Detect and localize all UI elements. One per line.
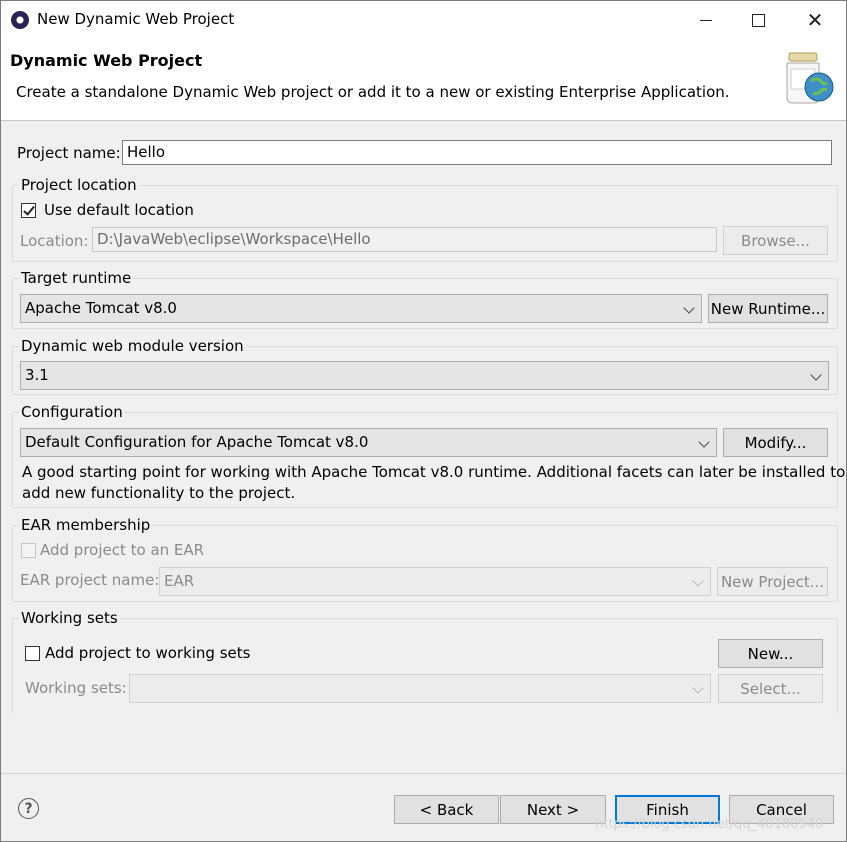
working-sets-label: Working sets: <box>25 679 127 697</box>
minimize-button[interactable] <box>681 1 731 39</box>
add-to-working-sets-label: Add project to working sets <box>45 644 251 662</box>
modify-button[interactable]: Modify... <box>723 428 828 457</box>
close-button[interactable]: ✕ <box>790 1 840 39</box>
add-to-ear-label: Add project to an EAR <box>40 541 205 559</box>
eclipse-icon <box>11 11 29 29</box>
select-working-sets-button[interactable]: Select... <box>718 674 823 703</box>
working-sets-select[interactable] <box>129 674 711 703</box>
working-sets-title: Working sets <box>19 609 120 627</box>
web-project-icon <box>786 52 834 104</box>
add-to-ear-checkbox[interactable] <box>21 543 36 558</box>
ear-project-name-label: EAR project name: <box>20 571 160 589</box>
target-runtime-value: Apache Tomcat v8.0 <box>25 299 177 317</box>
project-location-title: Project location <box>19 176 139 194</box>
chevron-down-icon <box>692 575 704 587</box>
project-name-input[interactable]: Hello <box>122 140 832 165</box>
new-ear-project-button[interactable]: New Project... <box>717 567 828 596</box>
footer-separator <box>1 773 846 774</box>
module-version-title: Dynamic web module version <box>19 337 246 355</box>
watermark: https://blog.csdn.net/qq_40180940 <box>595 817 824 832</box>
target-runtime-title: Target runtime <box>19 269 134 287</box>
project-name-label: Project name: <box>17 144 121 162</box>
ear-project-select[interactable]: EAR <box>159 567 711 596</box>
location-field[interactable]: D:\JavaWeb\eclipse\Workspace\Hello <box>92 227 717 252</box>
title-bar: New Dynamic Web Project ✕ <box>1 1 846 39</box>
use-default-location-checkbox[interactable] <box>21 203 36 218</box>
dialog-window: New Dynamic Web Project ✕ Dynamic Web Pr… <box>0 0 847 842</box>
new-runtime-button[interactable]: New Runtime... <box>708 294 828 323</box>
window-title: New Dynamic Web Project <box>37 10 235 28</box>
chevron-down-icon <box>692 682 704 694</box>
maximize-icon <box>751 13 765 27</box>
configuration-description-line2: add new functionality to the project. <box>22 484 296 502</box>
chevron-down-icon <box>683 302 695 314</box>
configuration-description-line1: A good starting point for working with A… <box>22 463 846 481</box>
module-version-value: 3.1 <box>25 366 49 384</box>
ear-membership-title: EAR membership <box>19 516 153 534</box>
wizard-description: Create a standalone Dynamic Web project … <box>16 83 730 101</box>
location-label: Location: <box>20 232 89 250</box>
back-button[interactable]: < Back <box>394 795 499 824</box>
close-icon: ✕ <box>806 8 824 32</box>
ear-project-value: EAR <box>164 572 195 590</box>
target-runtime-select[interactable]: Apache Tomcat v8.0 <box>20 294 702 323</box>
configuration-select[interactable]: Default Configuration for Apache Tomcat … <box>20 428 717 457</box>
configuration-title: Configuration <box>19 403 125 421</box>
chevron-down-icon <box>810 369 822 381</box>
maximize-button[interactable] <box>733 1 783 39</box>
next-button[interactable]: Next > <box>500 795 606 824</box>
wizard-title: Dynamic Web Project <box>10 51 203 70</box>
browse-button[interactable]: Browse... <box>723 226 828 255</box>
configuration-value: Default Configuration for Apache Tomcat … <box>25 433 369 451</box>
minimize-icon <box>700 19 712 21</box>
add-to-working-sets-checkbox[interactable] <box>25 646 40 661</box>
chevron-down-icon <box>698 436 710 448</box>
wizard-banner: Dynamic Web Project Create a standalone … <box>1 39 846 121</box>
new-working-set-button[interactable]: New... <box>718 639 823 668</box>
module-version-select[interactable]: 3.1 <box>20 361 829 390</box>
help-icon[interactable]: ? <box>18 798 39 819</box>
use-default-location-label: Use default location <box>44 201 194 219</box>
